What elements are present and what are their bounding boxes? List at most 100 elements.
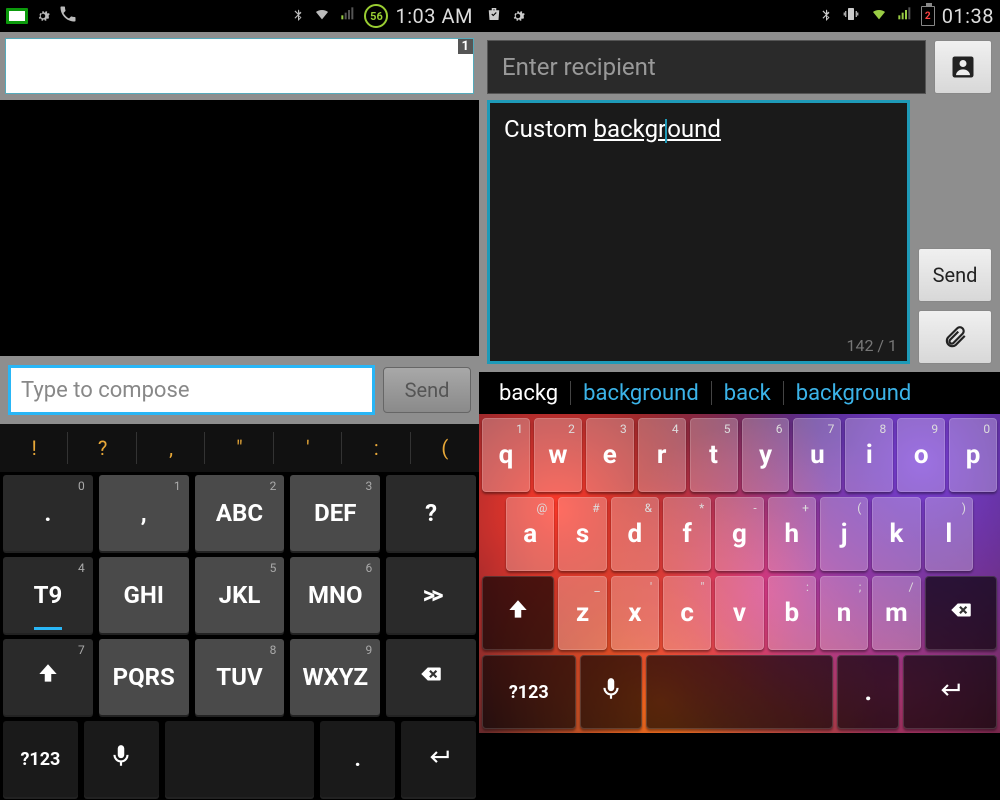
battery-indicator: 2 [921, 6, 935, 26]
recipient-bar: 1 [0, 32, 479, 100]
key-o[interactable]: 9o [897, 418, 945, 492]
key-x[interactable]: 'x [611, 576, 659, 650]
send-button[interactable]: Send [918, 248, 992, 302]
key-mic[interactable] [580, 655, 642, 729]
status-bar-right: 2 01:38 [479, 0, 1000, 32]
key-jkl[interactable]: 5JKL [195, 557, 285, 633]
recipient-input[interactable]: Enter recipient [487, 40, 926, 94]
key-shift[interactable]: 7 [3, 639, 93, 715]
message-text-composing: backgr [594, 115, 667, 143]
key-v[interactable]: v [715, 576, 763, 650]
key-b[interactable]: :b [768, 576, 816, 650]
punct-key[interactable]: : [342, 424, 410, 472]
suggestion[interactable]: back [712, 381, 783, 406]
message-text: Custom [504, 115, 594, 143]
key-abc[interactable]: 2ABC [195, 475, 285, 551]
punctuation-row: ! ? , " ' : ( [0, 424, 479, 472]
enter-icon [937, 676, 963, 709]
phone-call-icon [58, 4, 78, 28]
gear-icon [509, 7, 527, 25]
suggestion[interactable]: background [784, 381, 924, 406]
contact-icon [949, 53, 977, 81]
key-mno[interactable]: 6MNO [290, 557, 380, 633]
key-j[interactable]: (j [820, 497, 868, 571]
phone-left: 56 1:03 AM 1 Type to compose Send ! ? , … [0, 0, 479, 800]
attach-button[interactable] [918, 310, 992, 364]
compose-input[interactable]: Type to compose [8, 365, 375, 415]
key-ghi[interactable]: GHI [99, 557, 189, 633]
enter-icon [426, 743, 452, 775]
vibrate-icon [840, 5, 862, 27]
key-r[interactable]: 4r [638, 418, 686, 492]
key-a[interactable]: @a [506, 497, 554, 571]
key-question[interactable]: ? [386, 475, 476, 551]
key-m[interactable]: /m [872, 576, 920, 650]
key-k[interactable]: k [872, 497, 920, 571]
key-w[interactable]: 2w [534, 418, 582, 492]
key-def[interactable]: 3DEF [290, 475, 380, 551]
gmail-icon [6, 8, 28, 24]
key-l[interactable]: )l [925, 497, 973, 571]
key-enter[interactable] [401, 721, 476, 797]
key-t9-mode[interactable]: 4T9 [3, 557, 93, 633]
paperclip-icon [942, 324, 968, 350]
key-next[interactable]: >> [386, 557, 476, 633]
char-count: 142 / 1 [846, 336, 897, 355]
key-period-secondary[interactable]: . [320, 721, 395, 797]
key-s[interactable]: #s [558, 497, 606, 571]
punct-key[interactable]: , [137, 424, 205, 472]
key-p[interactable]: 0p [949, 418, 997, 492]
key-c[interactable]: "c [663, 576, 711, 650]
message-input[interactable]: Custom background 142 / 1 [487, 100, 910, 364]
punct-key[interactable]: ! [0, 424, 68, 472]
key-f[interactable]: *f [663, 497, 711, 571]
key-n[interactable]: ;n [820, 576, 868, 650]
key-h[interactable]: +h [768, 497, 816, 571]
recipient-input[interactable]: 1 [5, 38, 474, 94]
compose-bar: Type to compose Send [0, 356, 479, 424]
store-icon [485, 5, 503, 27]
key-pqrs[interactable]: PQRS [99, 639, 189, 715]
key-i[interactable]: 8i [845, 418, 893, 492]
key-g[interactable]: -g [715, 497, 763, 571]
key-u[interactable]: 7u [793, 418, 841, 492]
bluetooth-icon [291, 4, 305, 28]
key-space[interactable] [646, 655, 833, 729]
key-d[interactable]: &d [611, 497, 659, 571]
send-button[interactable]: Send [383, 367, 471, 413]
key-wxyz[interactable]: 9WXYZ [290, 639, 380, 715]
key-comma[interactable]: 1, [99, 475, 189, 551]
key-shift[interactable] [482, 576, 554, 650]
punct-key[interactable]: " [205, 424, 273, 472]
key-backspace[interactable] [386, 639, 476, 715]
mic-icon [108, 743, 134, 775]
key-mic[interactable] [84, 721, 159, 797]
message-thread-area [0, 100, 479, 356]
bluetooth-icon [819, 4, 833, 28]
key-backspace[interactable] [925, 576, 997, 650]
key-z[interactable]: _z [558, 576, 606, 650]
key-y[interactable]: 6y [742, 418, 790, 492]
recipient-count-badge: 1 [458, 39, 473, 54]
punct-key[interactable]: ' [274, 424, 342, 472]
message-text-composing: ound [667, 115, 721, 143]
key-space[interactable] [165, 721, 315, 797]
key-e[interactable]: 3e [586, 418, 634, 492]
key-tuv[interactable]: 8TUV [195, 639, 285, 715]
key-period[interactable]: 0. [3, 475, 93, 551]
gear-icon [34, 7, 52, 25]
key-enter[interactable] [903, 655, 997, 729]
key-q[interactable]: 1q [482, 418, 530, 492]
phone-right: 2 01:38 Enter recipient Custom backgroun… [479, 0, 1000, 800]
suggestion[interactable]: backg [487, 381, 570, 406]
suggestion[interactable]: background [571, 381, 711, 406]
key-t[interactable]: 5t [690, 418, 738, 492]
status-bar-left: 56 1:03 AM [0, 0, 479, 32]
punct-key[interactable]: ( [411, 424, 479, 472]
key-period[interactable]: . [837, 655, 899, 729]
punct-key[interactable]: ? [68, 424, 136, 472]
pick-contact-button[interactable] [934, 40, 992, 94]
key-symbols[interactable]: ?123 [3, 721, 78, 797]
clock: 01:38 [942, 4, 994, 28]
key-symbols[interactable]: ?123 [482, 655, 576, 729]
